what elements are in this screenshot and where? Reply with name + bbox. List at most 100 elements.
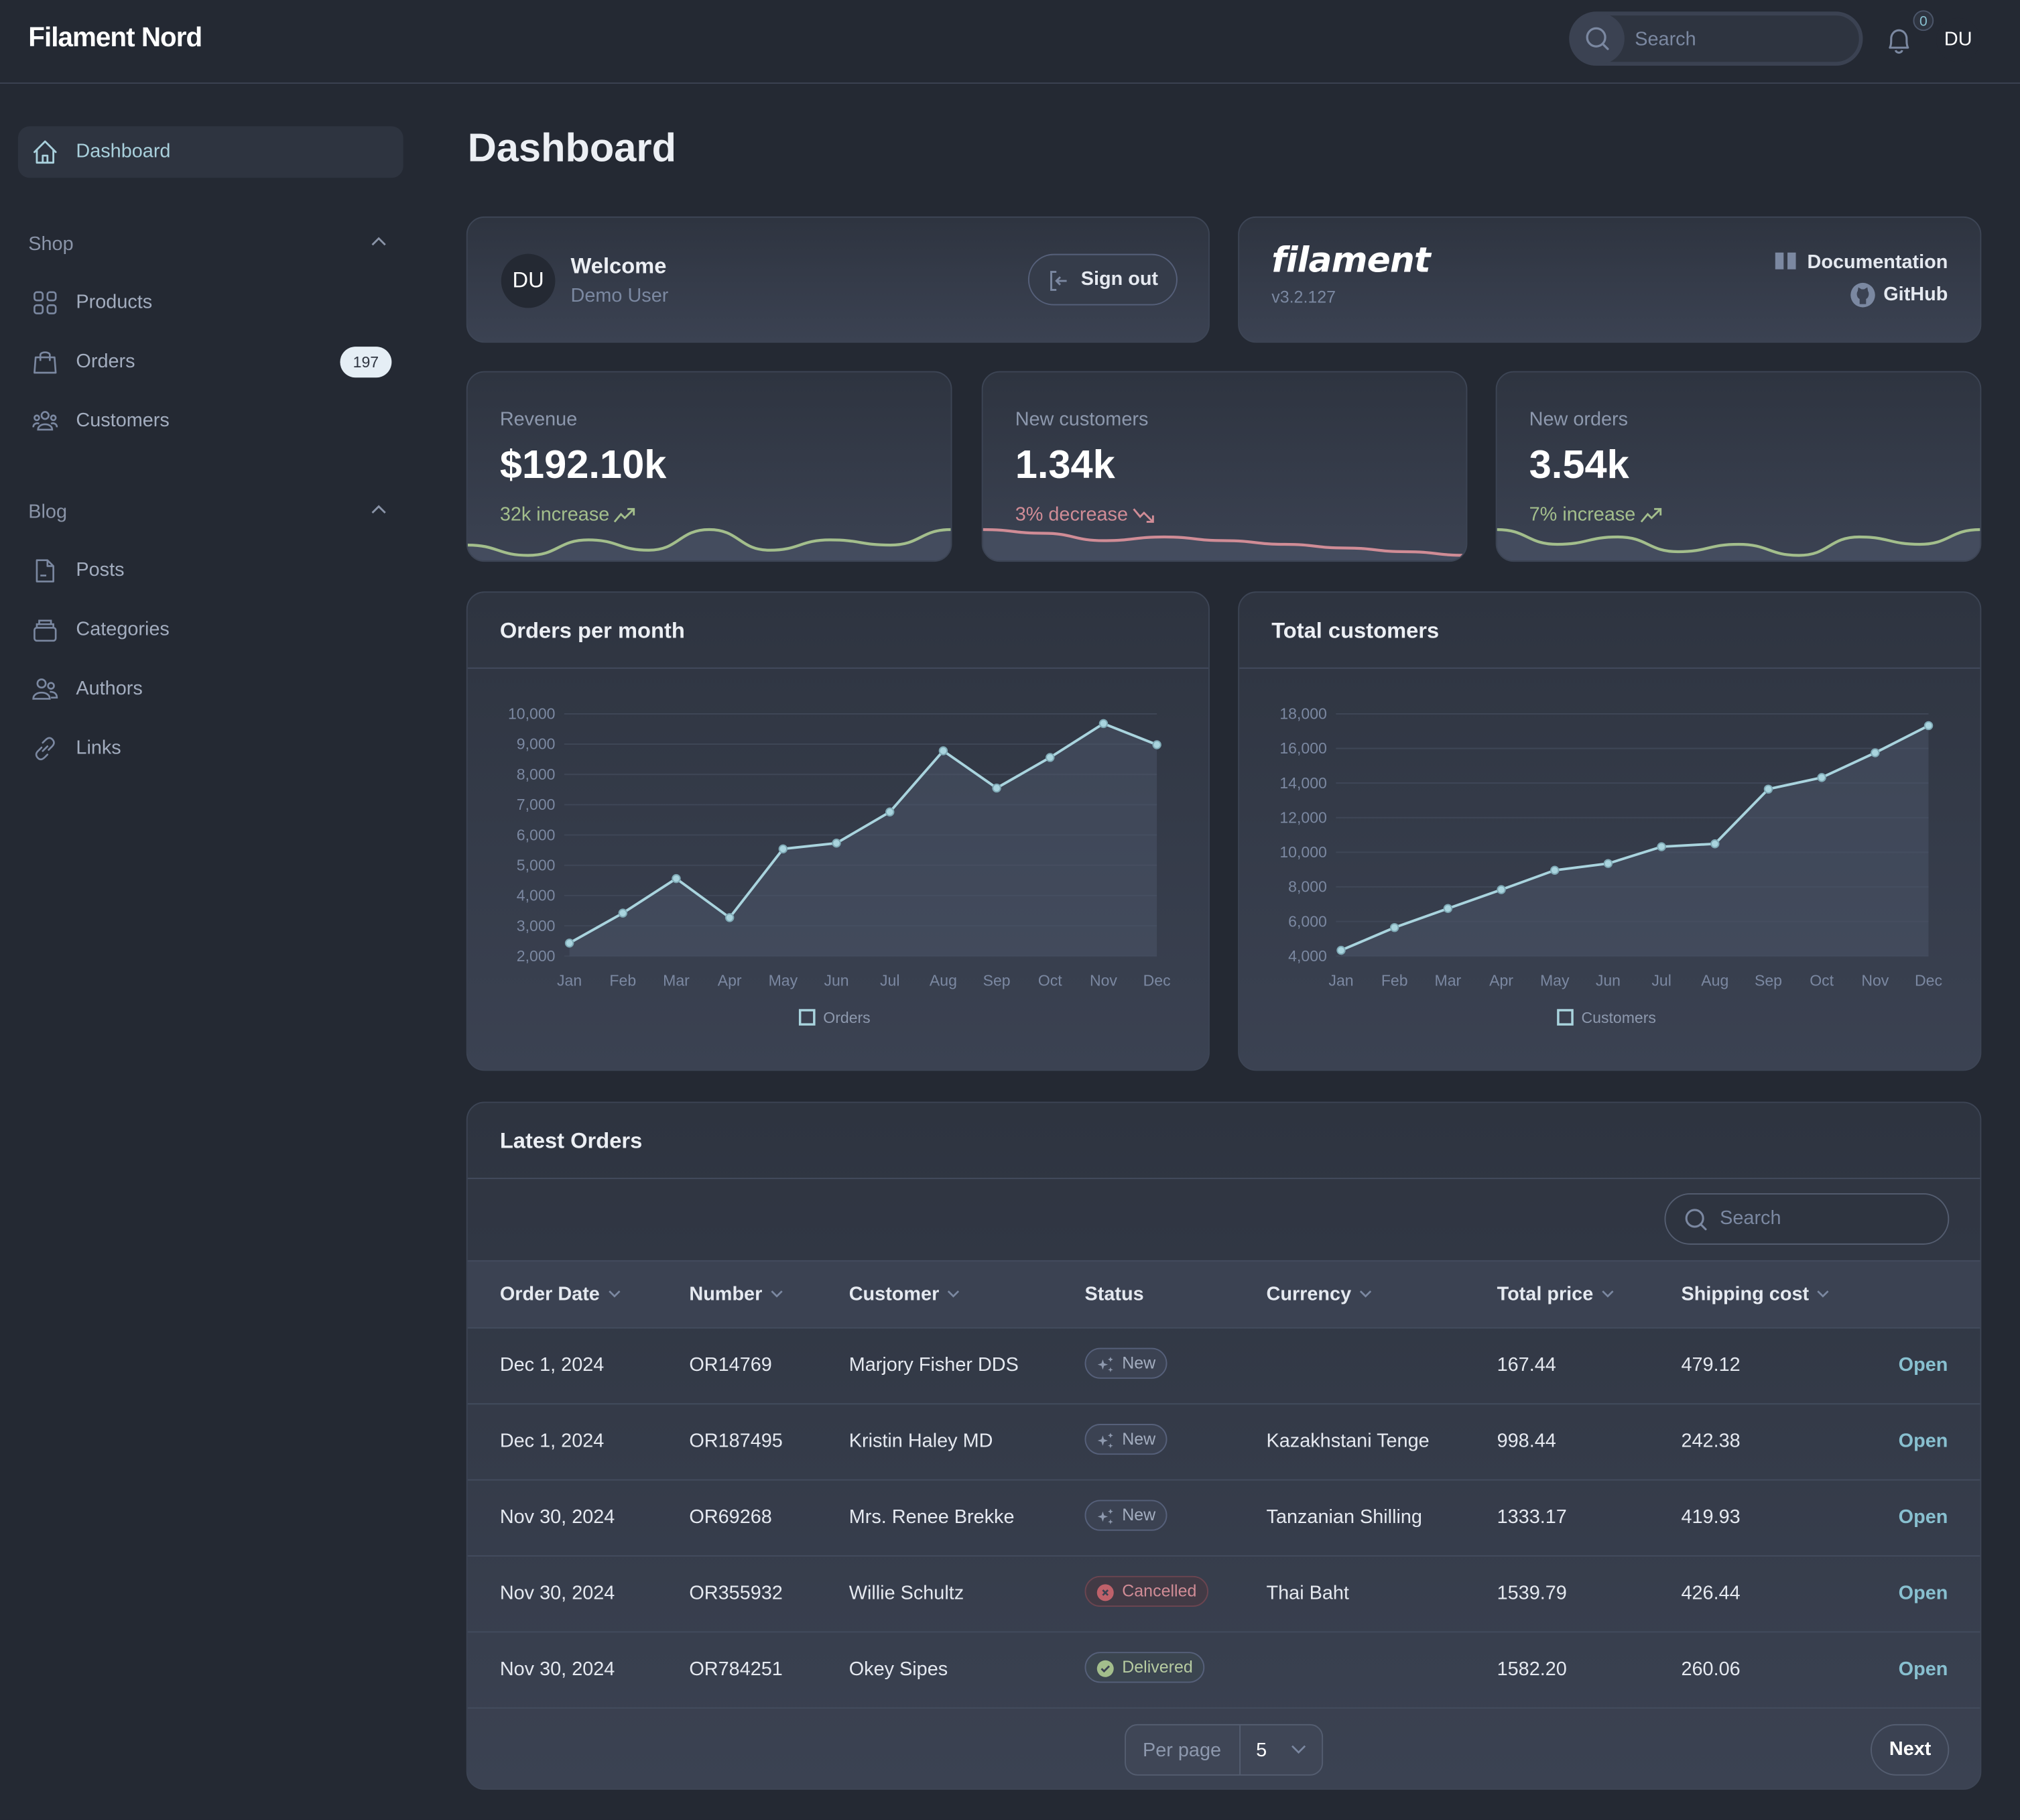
sidebar-group-blog[interactable]: Blog xyxy=(28,501,67,524)
chevron-up-icon[interactable] xyxy=(371,504,387,517)
column-header-total-price[interactable]: Total price xyxy=(1497,1284,1614,1305)
sidebar-item-posts[interactable]: Posts xyxy=(18,545,403,597)
y-tick-label: 2,000 xyxy=(517,947,556,965)
legend-label[interactable]: Customers xyxy=(1582,1009,1656,1026)
orders-chart-widget: Orders per month 2,000 3,000 4,000 5,000 6,0… xyxy=(466,591,1210,1071)
open-order-link[interactable]: Open xyxy=(1899,1354,1948,1376)
legend-swatch[interactable] xyxy=(1557,1009,1574,1026)
y-tick-label: 7,000 xyxy=(517,796,556,813)
status-label: New xyxy=(1122,1429,1156,1449)
customers-chart-widget: Total customers 4,000 6,000 8,000 10,000 12,… xyxy=(1238,591,1982,1071)
sidebar-item-customers[interactable]: Customers xyxy=(18,396,403,447)
next-page-button[interactable]: Next xyxy=(1871,1723,1950,1776)
notifications-badge: 0 xyxy=(1913,10,1934,32)
stat-value: $192.10k xyxy=(499,442,667,487)
status-badge: New xyxy=(1084,1347,1167,1379)
status-label: New xyxy=(1122,1353,1156,1373)
sidebar-item-label: Authors xyxy=(76,678,143,700)
x-tick-label: Jun xyxy=(824,971,848,989)
column-label: Currency xyxy=(1266,1283,1352,1306)
x-tick-label: Mar xyxy=(663,971,690,989)
open-order-link[interactable]: Open xyxy=(1899,1506,1948,1528)
cell-number: OR187495 xyxy=(689,1430,783,1453)
table-search-input[interactable]: Search xyxy=(1664,1193,1950,1245)
sparkles-icon xyxy=(1097,1508,1113,1524)
status-label: Cancelled xyxy=(1122,1581,1197,1601)
data-point xyxy=(1710,839,1720,849)
brand-logo[interactable]: Filament Nord xyxy=(28,23,202,54)
cell-shipping: 479.12 xyxy=(1681,1354,1741,1376)
y-tick-label: 16,000 xyxy=(1279,739,1327,757)
table-title: Latest Orders xyxy=(499,1128,643,1154)
data-point xyxy=(564,938,574,948)
open-order-link[interactable]: Open xyxy=(1899,1431,1948,1453)
welcome-heading: Welcome xyxy=(570,253,667,279)
column-header-currency[interactable]: Currency xyxy=(1266,1283,1372,1306)
column-header-number[interactable]: Number xyxy=(689,1284,783,1305)
status-badge: Delivered xyxy=(1084,1652,1205,1683)
documentation-link[interactable]: Documentation xyxy=(1775,251,1948,274)
chevron-up-icon[interactable] xyxy=(371,236,387,249)
status-label: Delivered xyxy=(1122,1656,1193,1677)
per-page-select[interactable]: Per page 5 xyxy=(1125,1723,1324,1776)
y-tick-label: 8,000 xyxy=(517,766,556,783)
x-tick-label: Nov xyxy=(1861,971,1889,989)
column-label: Status xyxy=(1084,1283,1144,1306)
data-point xyxy=(1871,748,1880,757)
avatar: DU xyxy=(501,253,556,308)
github-label: GitHub xyxy=(1883,283,1948,306)
book-icon xyxy=(1775,252,1796,269)
cell-number: OR784251 xyxy=(689,1658,783,1681)
stat-label: New customers xyxy=(1015,408,1149,431)
data-point xyxy=(672,873,681,884)
sidebar-item-orders[interactable]: Orders 197 xyxy=(18,337,403,388)
cell-customer: Kristin Haley MD xyxy=(848,1430,993,1453)
data-point xyxy=(1152,740,1161,749)
squares-icon xyxy=(34,291,57,314)
legend-swatch[interactable] xyxy=(798,1009,816,1026)
customers-line-chart: 4,000 6,000 8,000 10,000 12,000 14,000 16,000 1… xyxy=(1279,705,1942,1027)
y-tick-label: 4,000 xyxy=(517,887,556,904)
link-icon xyxy=(35,737,55,761)
data-point xyxy=(1763,784,1773,794)
sidebar-item-links[interactable]: Links xyxy=(18,723,403,774)
column-header-order-date[interactable]: Order Date xyxy=(500,1284,621,1305)
table-row: Dec 1, 2024 OR187495 Kristin Haley MD Kazak… xyxy=(467,1403,1980,1481)
y-tick-label: 6,000 xyxy=(1288,912,1327,930)
sidebar-item-categories[interactable]: Categories xyxy=(18,605,403,656)
logout-icon xyxy=(1050,271,1067,291)
open-order-link[interactable]: Open xyxy=(1899,1582,1948,1604)
y-tick-label: 10,000 xyxy=(508,705,556,723)
sparkles-icon xyxy=(1097,1433,1113,1449)
documentation-label: Documentation xyxy=(1807,251,1948,274)
sign-out-button[interactable]: Sign out xyxy=(1027,253,1178,306)
user-avatar[interactable]: DU xyxy=(1936,17,1980,62)
data-point xyxy=(1336,945,1346,955)
filament-logo[interactable]: filament xyxy=(1271,241,1431,281)
cell-shipping: 260.06 xyxy=(1681,1658,1741,1681)
topbar: Filament Nord Search 0 DU xyxy=(0,0,2020,84)
column-header-shipping-cost[interactable]: Shipping cost xyxy=(1681,1284,1829,1305)
github-link[interactable]: GitHub xyxy=(1850,282,1948,308)
page-title: Dashboard xyxy=(467,125,677,170)
data-point xyxy=(1603,859,1613,868)
bell-icon[interactable] xyxy=(1885,25,1913,63)
sidebar-item-authors[interactable]: Authors xyxy=(18,664,403,715)
open-order-link[interactable]: Open xyxy=(1899,1658,1948,1681)
status-label: New xyxy=(1122,1505,1156,1524)
x-tick-label: May xyxy=(1540,971,1570,989)
sidebar-item-products[interactable]: Products xyxy=(18,277,403,328)
sidebar-group-shop[interactable]: Shop xyxy=(28,233,73,255)
y-tick-label: 4,000 xyxy=(1288,947,1327,965)
orders-line-chart: 2,000 3,000 4,000 5,000 6,000 7,000 8,000 9,000… xyxy=(508,705,1171,1027)
column-header-customer[interactable]: Customer xyxy=(849,1284,960,1305)
global-search-input[interactable]: Search xyxy=(1569,11,1863,66)
chevron-down-icon xyxy=(608,1290,620,1298)
legend-label[interactable]: Orders xyxy=(823,1009,870,1026)
x-tick-label: Feb xyxy=(609,971,636,989)
sidebar-item-dashboard[interactable]: Dashboard xyxy=(17,126,403,178)
data-point xyxy=(992,783,1001,793)
stat-label: New orders xyxy=(1529,408,1629,431)
latest-orders-widget: Latest Orders Search Order Date Number C… xyxy=(466,1101,1982,1790)
cell-currency: Thai Baht xyxy=(1266,1582,1349,1605)
